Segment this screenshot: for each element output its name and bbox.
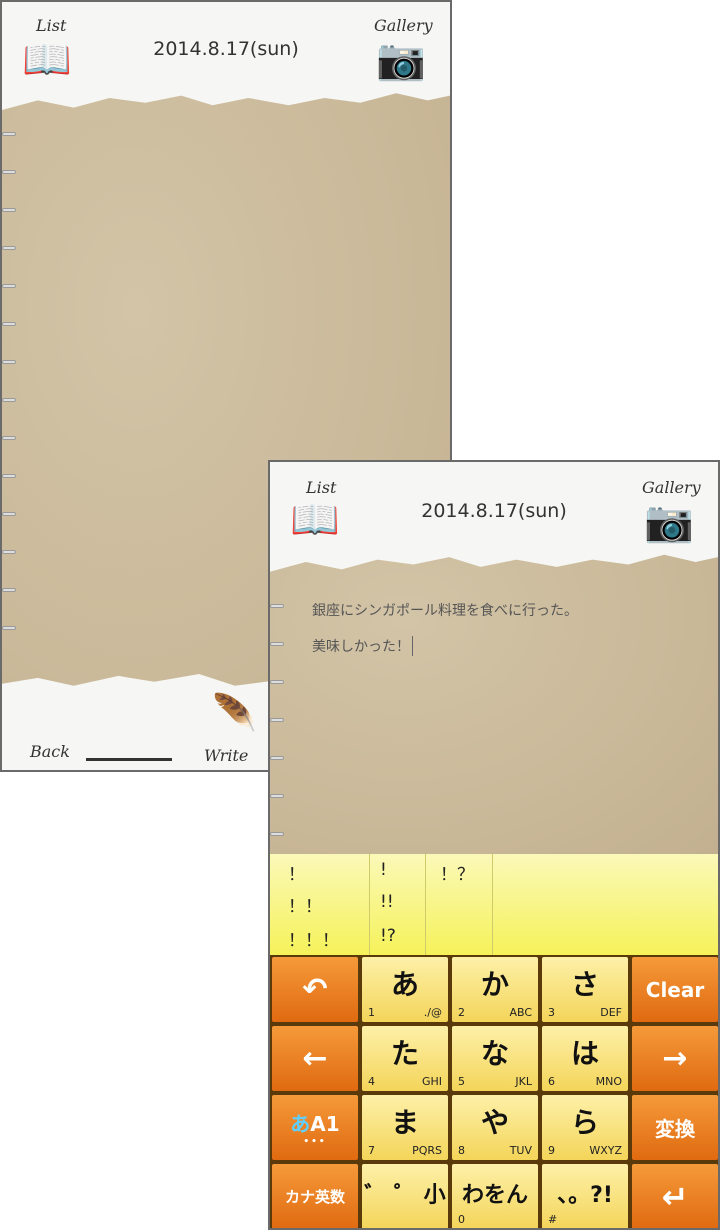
key-6[interactable]: は 6 MNO — [542, 1026, 628, 1091]
key-kana: な — [480, 1036, 509, 1070]
key-alt: WXYZ — [589, 1144, 622, 1157]
candidate-bar: ！ ！！ ！！！ ! !! !? ！？ — [270, 854, 718, 955]
key-alt: MNO — [595, 1075, 622, 1088]
quill-pen-icon[interactable]: 🪶 — [212, 696, 257, 732]
key-kana: ま — [390, 1105, 419, 1139]
key-kana: た — [390, 1036, 419, 1070]
key-kana: わをん — [461, 1182, 528, 1208]
key-alt: ABC — [509, 1006, 532, 1019]
key-number: 3 — [548, 1006, 555, 1019]
arrow-left-icon: ← — [302, 1041, 328, 1076]
clear-button[interactable]: Clear — [632, 957, 718, 1022]
key-alt: ./@ — [423, 1006, 442, 1019]
key-kana: か — [480, 967, 509, 1001]
key-alt: GHI — [421, 1075, 442, 1088]
spiral-binding — [2, 132, 18, 664]
key-kana: あ — [390, 967, 419, 1001]
key-number: # — [548, 1213, 558, 1226]
key-1[interactable]: あ 1 ./@ — [362, 957, 448, 1022]
key-number: 1 — [368, 1006, 375, 1019]
key-number: 4 — [368, 1075, 375, 1088]
key-number: 9 — [548, 1144, 555, 1157]
undo-icon: ↶ — [302, 972, 328, 1007]
text-line: 銀座にシンガポール料理を食べに行った。 — [312, 603, 578, 619]
enter-icon: ↵ — [661, 1177, 689, 1216]
key-alt: PQRS — [412, 1144, 442, 1157]
key-9[interactable]: ら 9 WXYZ — [542, 1095, 628, 1160]
key-number: 0 — [458, 1213, 465, 1226]
key-number: 5 — [458, 1075, 465, 1088]
convert-label: 変換 — [655, 1117, 695, 1141]
key-kana: さ — [570, 967, 599, 1001]
undo-button[interactable]: ↶ — [272, 957, 358, 1022]
candidate[interactable]: ！！！ — [288, 926, 339, 951]
key-3[interactable]: さ 3 DEF — [542, 957, 628, 1022]
mode-dots: ••• — [303, 1137, 327, 1147]
key-kana: ら — [570, 1105, 599, 1139]
key-kana: ゛ ゜ 小 — [364, 1182, 446, 1208]
kana-eisu-button[interactable]: カナ英数 — [272, 1164, 358, 1228]
convert-button[interactable]: 変換 — [632, 1095, 718, 1160]
gallery-label[interactable]: Gallery — [642, 478, 701, 497]
key-2[interactable]: か 2 ABC — [452, 957, 538, 1022]
gallery-label[interactable]: Gallery — [374, 16, 433, 35]
key-alt: DEF — [600, 1006, 622, 1019]
key-number: 6 — [548, 1075, 555, 1088]
key-alt: JKL — [515, 1075, 532, 1088]
divider — [86, 758, 172, 761]
key-5[interactable]: な 5 JKL — [452, 1026, 538, 1091]
key-kana: は — [570, 1036, 599, 1070]
candidate[interactable]: ！？ — [440, 860, 474, 885]
key-kana: や — [480, 1105, 509, 1139]
key-4[interactable]: た 4 GHI — [362, 1026, 448, 1091]
mode-kana: あ — [290, 1112, 311, 1136]
candidate[interactable]: !? — [380, 926, 396, 946]
cursor-left-button[interactable]: ← — [272, 1026, 358, 1091]
candidate[interactable]: ！！ — [288, 892, 322, 917]
enter-button[interactable]: ↵ — [632, 1164, 718, 1228]
camera-icon[interactable]: 📷 — [644, 502, 694, 542]
back-button[interactable]: Back — [30, 742, 70, 761]
write-button[interactable]: Write — [204, 746, 248, 765]
key-8[interactable]: や 8 TUV — [452, 1095, 538, 1160]
key-kana: 、。?! — [557, 1182, 613, 1208]
candidate[interactable]: !! — [380, 892, 394, 912]
list-label[interactable]: List — [36, 16, 66, 35]
candidate[interactable]: ！ — [288, 860, 305, 885]
mode-alnum: A1 — [310, 1112, 340, 1136]
key-alt: TUV — [509, 1144, 532, 1157]
key-7[interactable]: ま 7 PQRS — [362, 1095, 448, 1160]
japanese-keyboard: ↶ Clear ← → あA1 ••• 変換 カナ英数 ↵ あ 1 ./@ か 2 ABC さ 3 DEF た 4 GH… — [270, 955, 718, 1228]
kana-eisu-label: カナ英数 — [284, 1188, 345, 1206]
list-label[interactable]: List — [306, 478, 336, 497]
clear-label: Clear — [645, 977, 705, 1002]
key-#[interactable]: 、。?! # — [542, 1164, 628, 1228]
cursor-right-button[interactable]: → — [632, 1026, 718, 1091]
key-0[interactable]: わをん 0 — [452, 1164, 538, 1228]
arrow-right-icon: → — [662, 1041, 688, 1076]
text-line: 美味しかった！ — [312, 636, 413, 656]
spiral-binding — [270, 604, 286, 870]
camera-icon[interactable]: 📷 — [376, 40, 426, 80]
key-number: 7 — [368, 1144, 375, 1157]
key-number: 8 — [458, 1144, 465, 1157]
candidate[interactable]: ! — [380, 860, 387, 880]
key-number: 2 — [458, 1006, 465, 1019]
key-special-9[interactable]: ゛ ゜ 小 — [362, 1164, 448, 1228]
diary-edit-screen: List 📖 2014.8.17(sun) Gallery 📷 銀座にシンガポー… — [268, 460, 720, 1230]
input-mode-button[interactable]: あA1 ••• — [272, 1095, 358, 1160]
